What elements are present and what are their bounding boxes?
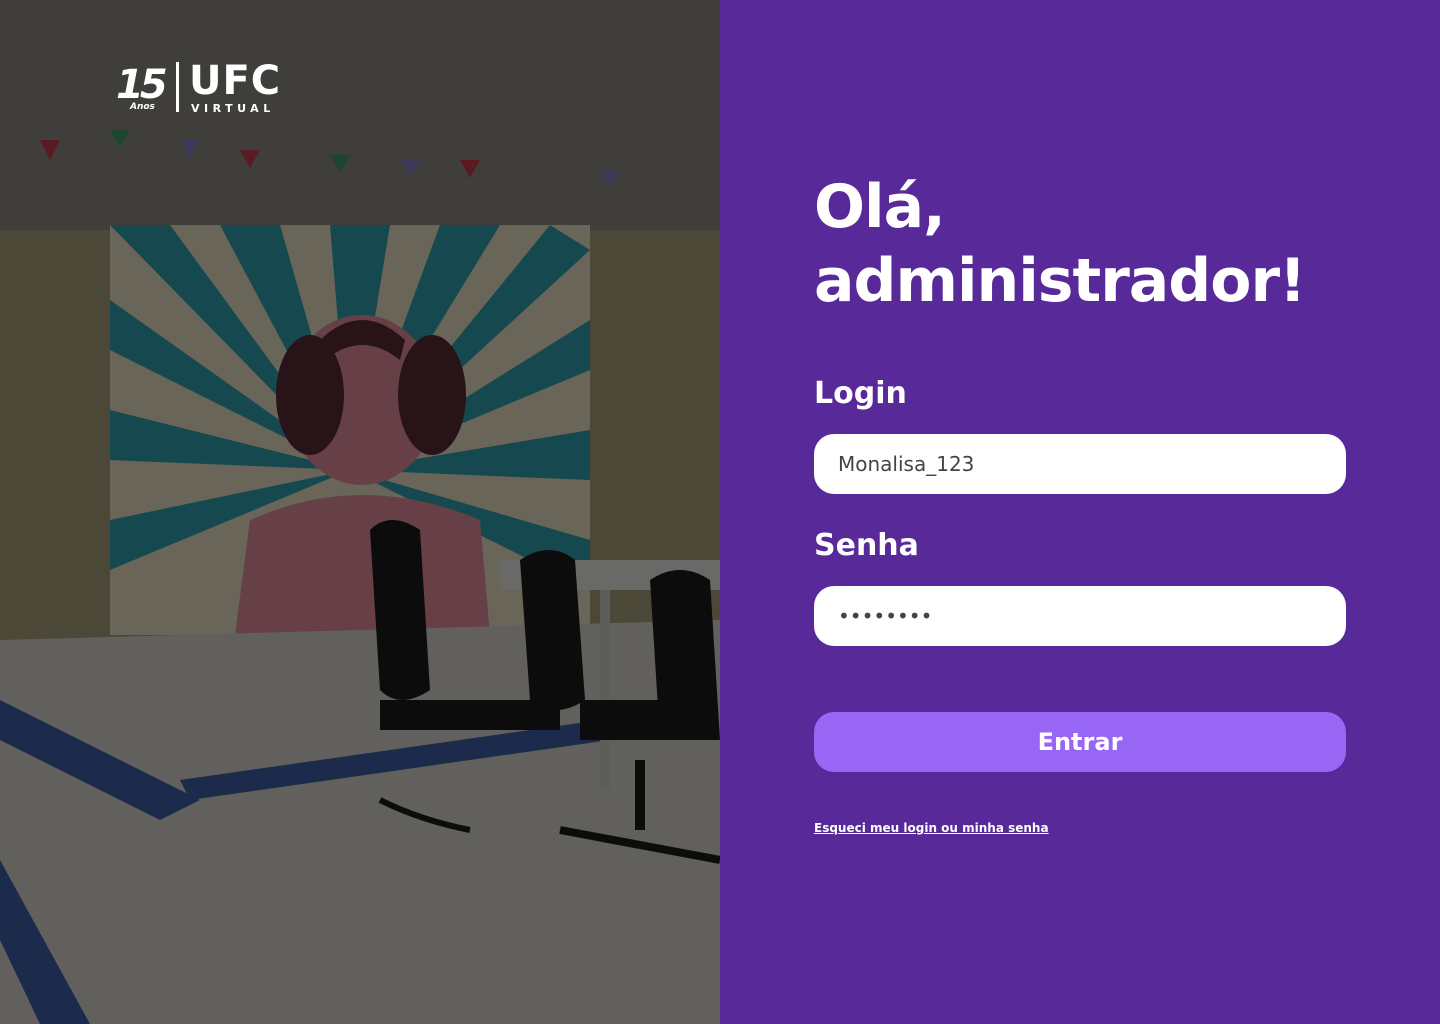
login-label: Login (814, 376, 907, 411)
submit-button[interactable]: Entrar (814, 712, 1346, 772)
logo-divider (176, 62, 179, 112)
login-panel: Olá, administrador! Login Senha Entrar E… (720, 0, 1440, 1024)
login-input[interactable] (814, 434, 1346, 494)
photo-overlay (0, 0, 720, 1024)
greeting-heading: Olá, administrador! (814, 172, 1306, 316)
ufc-virtual-logo: 15 Anos UFC VIRTUAL (116, 60, 281, 114)
background-photo: 15 Anos UFC VIRTUAL (0, 0, 720, 1024)
anniversary-word: Anos (130, 102, 155, 112)
logo-brand: UFC VIRTUAL (189, 61, 281, 114)
brand-name: UFC (189, 57, 282, 104)
forgot-credentials-link[interactable]: Esqueci meu login ou minha senha (814, 821, 1049, 835)
login-page: 15 Anos UFC VIRTUAL Olá, administrador! … (0, 0, 1440, 1024)
anniversary-mark: 15 Anos (116, 60, 168, 114)
password-label: Senha (814, 528, 919, 563)
brand-subtitle: VIRTUAL (191, 101, 275, 115)
password-input[interactable] (814, 586, 1346, 646)
